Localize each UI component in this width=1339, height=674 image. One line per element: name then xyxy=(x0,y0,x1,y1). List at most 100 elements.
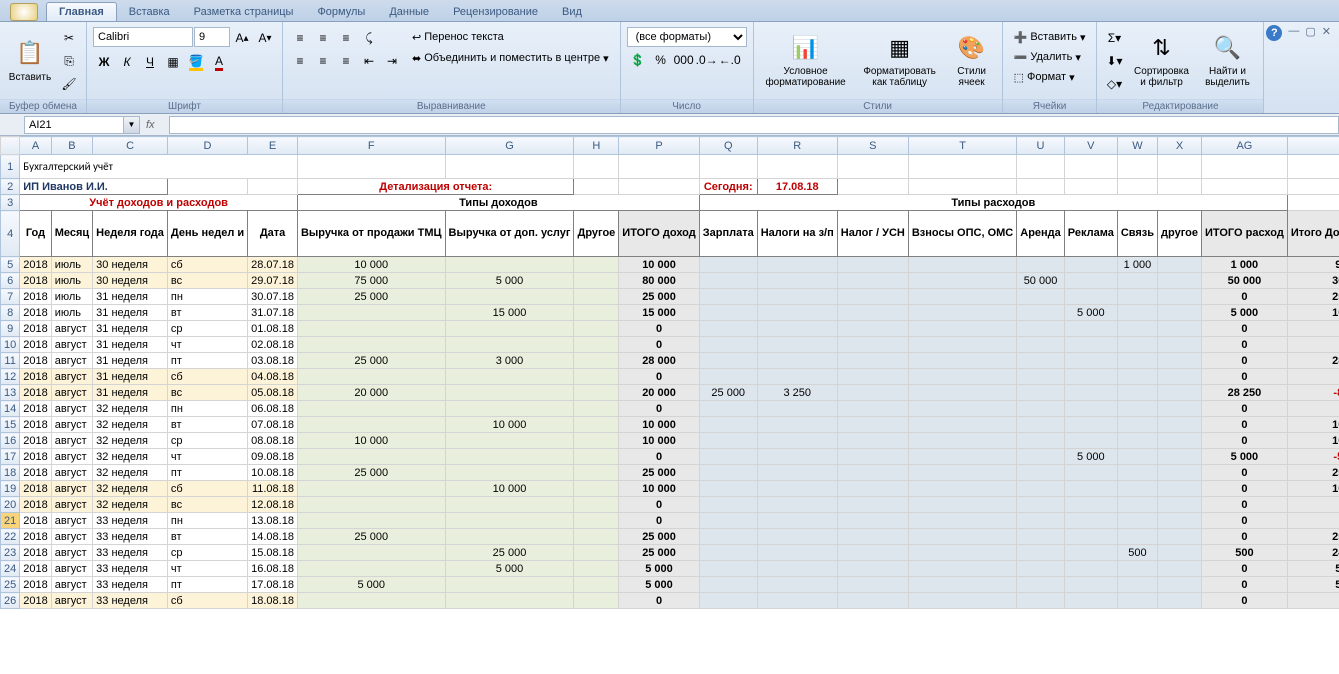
today-label[interactable]: Сегодня: xyxy=(699,179,757,195)
cell[interactable] xyxy=(1017,305,1065,321)
cell[interactable]: 32 неделя xyxy=(93,433,168,449)
cell[interactable] xyxy=(1017,545,1065,561)
cell[interactable]: 13.08.18 xyxy=(248,513,298,529)
cell[interactable]: 2018 xyxy=(20,481,51,497)
cell[interactable] xyxy=(445,497,574,513)
cell[interactable]: 05.08.18 xyxy=(248,385,298,401)
cell[interactable] xyxy=(757,577,837,593)
cell[interactable] xyxy=(1158,401,1202,417)
row-header-17[interactable]: 17 xyxy=(1,449,20,465)
fill-button[interactable]: ⬇▾ xyxy=(1103,50,1125,72)
cell[interactable]: 2018 xyxy=(20,529,51,545)
today-date[interactable]: 17.08.18 xyxy=(757,179,837,195)
header-tincome[interactable]: ИТОГО доход xyxy=(619,211,699,257)
autosum-button[interactable]: Σ▾ xyxy=(1103,27,1125,49)
row-header-2[interactable]: 2 xyxy=(1,179,20,195)
cell[interactable] xyxy=(574,593,619,609)
cell[interactable] xyxy=(445,337,574,353)
cell[interactable] xyxy=(908,369,1016,385)
cell[interactable] xyxy=(574,545,619,561)
cell[interactable]: август xyxy=(51,449,92,465)
cell[interactable] xyxy=(574,449,619,465)
close-icon[interactable]: ✕ xyxy=(1322,25,1331,41)
cell[interactable] xyxy=(1017,417,1065,433)
cell[interactable]: 0 xyxy=(619,369,699,385)
cell[interactable]: 0 xyxy=(1202,369,1288,385)
cell[interactable] xyxy=(757,545,837,561)
cell[interactable] xyxy=(1117,465,1157,481)
cell[interactable] xyxy=(699,481,757,497)
cell[interactable]: 03.08.18 xyxy=(248,353,298,369)
cell[interactable] xyxy=(699,257,757,273)
cell[interactable] xyxy=(908,155,1016,179)
cell[interactable]: 10 000 xyxy=(619,481,699,497)
minimize-ribbon-icon[interactable]: — xyxy=(1288,25,1299,41)
row-header-13[interactable]: 13 xyxy=(1,385,20,401)
cell[interactable]: 28 250 xyxy=(1202,385,1288,401)
cell[interactable] xyxy=(1117,289,1157,305)
cell[interactable]: 25 000 xyxy=(297,289,445,305)
cell[interactable]: 16.08.18 xyxy=(248,561,298,577)
cell[interactable] xyxy=(908,417,1016,433)
cell[interactable]: 31 неделя xyxy=(93,369,168,385)
cell[interactable]: 25 000 xyxy=(1287,289,1339,305)
cell[interactable] xyxy=(837,577,908,593)
cell[interactable]: 3 250 xyxy=(757,385,837,401)
cell[interactable]: август xyxy=(51,369,92,385)
cell[interactable]: 9 000 xyxy=(1287,257,1339,273)
cell[interactable] xyxy=(574,353,619,369)
name-box-dropdown[interactable]: ▼ xyxy=(124,116,140,134)
cell[interactable] xyxy=(1064,257,1117,273)
col-header-W[interactable]: W xyxy=(1117,137,1157,155)
font-color-button[interactable]: A xyxy=(208,51,230,73)
cell[interactable]: август xyxy=(51,417,92,433)
cell[interactable]: 10 000 xyxy=(1287,417,1339,433)
cell[interactable] xyxy=(1287,155,1339,179)
cell[interactable] xyxy=(1064,545,1117,561)
cell[interactable]: 2018 xyxy=(20,289,51,305)
header-salary[interactable]: Зарплата xyxy=(699,211,757,257)
cell[interactable] xyxy=(699,433,757,449)
cell[interactable] xyxy=(445,449,574,465)
cell[interactable]: 2018 xyxy=(20,273,51,289)
cell[interactable] xyxy=(757,593,837,609)
cell[interactable] xyxy=(1017,449,1065,465)
cell[interactable]: 15 000 xyxy=(619,305,699,321)
cell[interactable]: 04.08.18 xyxy=(248,369,298,385)
cell[interactable] xyxy=(1017,321,1065,337)
header-comm[interactable]: Связь xyxy=(1117,211,1157,257)
cell[interactable]: 0 xyxy=(1202,513,1288,529)
col-header-Q[interactable]: Q xyxy=(699,137,757,155)
cell[interactable] xyxy=(445,513,574,529)
cell[interactable] xyxy=(837,481,908,497)
cell[interactable] xyxy=(297,305,445,321)
cell[interactable]: 5 000 xyxy=(445,561,574,577)
cell[interactable] xyxy=(1117,449,1157,465)
cell[interactable]: 2018 xyxy=(20,321,51,337)
cell[interactable]: вт xyxy=(167,305,247,321)
cell[interactable] xyxy=(908,449,1016,465)
cell[interactable] xyxy=(1017,561,1065,577)
cell[interactable] xyxy=(699,465,757,481)
cell[interactable]: 0 xyxy=(1202,577,1288,593)
cell[interactable]: 1 000 xyxy=(1117,257,1157,273)
cell[interactable]: 0 xyxy=(1202,321,1288,337)
cell[interactable]: 0 xyxy=(619,497,699,513)
cell[interactable]: 2018 xyxy=(20,497,51,513)
cell[interactable] xyxy=(837,385,908,401)
row-header-26[interactable]: 26 xyxy=(1,593,20,609)
cell[interactable]: август xyxy=(51,593,92,609)
cell[interactable]: 75 000 xyxy=(297,273,445,289)
cell[interactable]: июль xyxy=(51,273,92,289)
cell[interactable]: 2018 xyxy=(20,337,51,353)
cell[interactable]: август xyxy=(51,545,92,561)
align-top-button[interactable]: ≡ xyxy=(289,27,311,49)
cell[interactable] xyxy=(619,155,699,179)
formula-input[interactable] xyxy=(169,116,1339,134)
format-table-button[interactable]: ▦Форматировать как таблицу xyxy=(856,27,944,93)
row-header-4[interactable]: 4 xyxy=(1,211,20,257)
cell[interactable]: пт xyxy=(167,465,247,481)
cell[interactable] xyxy=(1158,561,1202,577)
cell[interactable] xyxy=(1064,385,1117,401)
cell[interactable] xyxy=(757,417,837,433)
